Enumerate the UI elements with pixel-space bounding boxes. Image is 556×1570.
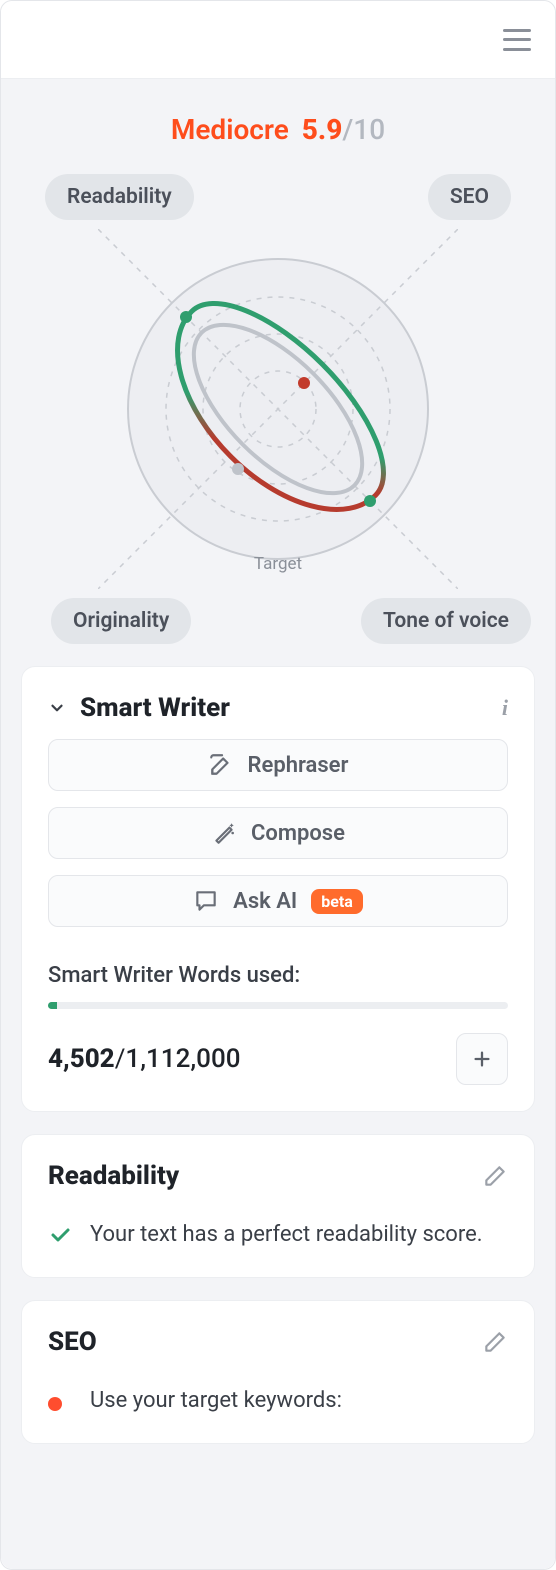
- usage-used: 4,502: [48, 1044, 115, 1074]
- target-label: Target: [254, 554, 302, 574]
- ask-ai-label: Ask AI: [233, 889, 297, 914]
- usage-label: Smart Writer Words used:: [48, 963, 508, 988]
- usage-bar: [48, 1002, 508, 1009]
- score-rating: Mediocre: [171, 113, 289, 146]
- pencil-icon[interactable]: [482, 1163, 508, 1189]
- usage-max: 1,112,000: [125, 1044, 240, 1074]
- readability-hint: Your text has a perfect readability scor…: [90, 1219, 483, 1251]
- scroll-area[interactable]: Mediocre 5.9/10 Readability SEO Original…: [1, 79, 555, 1569]
- score-max: /10: [342, 113, 385, 146]
- beta-badge: beta: [311, 889, 363, 914]
- seo-card: SEO Use your target keywords:: [21, 1300, 535, 1444]
- panel-root: Mediocre 5.9/10 Readability SEO Original…: [0, 0, 556, 1570]
- seo-title: SEO: [48, 1327, 468, 1357]
- axis-tone[interactable]: Tone of voice: [361, 598, 531, 644]
- compose-button[interactable]: Compose: [48, 807, 508, 859]
- axis-originality[interactable]: Originality: [51, 598, 191, 644]
- pencil-icon[interactable]: [482, 1329, 508, 1355]
- plus-icon: [471, 1048, 493, 1070]
- usage-bar-fill: [48, 1002, 57, 1009]
- usage-sep: /: [115, 1044, 126, 1074]
- point-originality: [232, 463, 244, 475]
- compose-label: Compose: [251, 821, 345, 846]
- check-icon: [48, 1223, 72, 1247]
- dot-icon: [48, 1397, 62, 1411]
- usage-numbers: 4,502/1,112,000: [48, 1044, 241, 1074]
- point-readability: [180, 311, 192, 323]
- top-bar: [1, 1, 555, 79]
- ask-ai-button[interactable]: Ask AI beta: [48, 875, 508, 927]
- add-words-button[interactable]: [456, 1033, 508, 1085]
- info-icon[interactable]: i: [502, 695, 508, 721]
- readability-title: Readability: [48, 1161, 468, 1191]
- overall-score: Mediocre 5.9/10: [21, 79, 535, 174]
- smart-writer-card: Smart Writer i Rephraser: [21, 666, 535, 1112]
- menu-icon[interactable]: [503, 29, 531, 51]
- chat-icon: [193, 888, 219, 914]
- radar-chart: Readability SEO Originality Tone of voic…: [21, 174, 535, 644]
- point-seo: [298, 377, 310, 389]
- wand-icon: [211, 820, 237, 846]
- rephraser-label: Rephraser: [248, 753, 349, 778]
- score-value: 5.9: [302, 113, 343, 146]
- radar-svg: [98, 229, 458, 589]
- point-tone: [364, 495, 376, 507]
- axis-readability[interactable]: Readability: [45, 174, 194, 220]
- readability-card: Readability Your text has a perfect read…: [21, 1134, 535, 1278]
- smart-writer-title: Smart Writer: [80, 693, 488, 723]
- seo-hint: Use your target keywords:: [90, 1385, 342, 1417]
- edit-icon: [208, 752, 234, 778]
- rephraser-button[interactable]: Rephraser: [48, 739, 508, 791]
- chevron-down-icon[interactable]: [48, 699, 66, 717]
- axis-seo[interactable]: SEO: [428, 174, 511, 220]
